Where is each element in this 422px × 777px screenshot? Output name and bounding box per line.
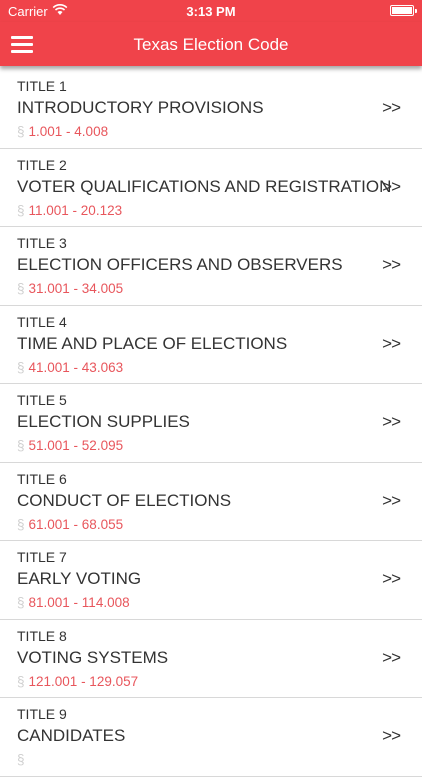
title-row[interactable]: TITLE 5 ELECTION SUPPLIES § 51.001 - 52.095… (0, 384, 422, 463)
section-range-text: 81.001 - 114.008 (28, 595, 130, 610)
section-range: § 1.001 - 4.008 (17, 124, 108, 139)
battery-icon (390, 5, 417, 16)
title-name: TIME AND PLACE OF ELECTIONS (17, 333, 288, 353)
section-range: § (17, 752, 29, 767)
title-row[interactable]: TITLE 2 VOTER QUALIFICATIONS AND REGISTRA… (0, 149, 422, 227)
section-range-text: 61.001 - 68.055 (28, 516, 124, 532)
title-number: TITLE 3 (17, 235, 67, 251)
section-range-text: 51.001 - 52.095 (28, 438, 124, 453)
title-row[interactable]: TITLE 8 VOTING SYSTEMS § 121.001 - 129.057 >… (0, 620, 422, 698)
chevron-right-icon[interactable]: >> (382, 255, 401, 275)
chevron-right-icon[interactable]: >> (382, 98, 401, 118)
title-name: CONDUCT OF ELECTIONS (17, 490, 232, 510)
section-range: § 11.001 - 20.123 (17, 203, 122, 218)
title-name: VOTER QUALIFICATIONS AND REGISTRATION (17, 176, 392, 196)
section-range-text: 121.001 - 129.057 (28, 673, 139, 689)
chevron-right-icon[interactable]: >> (382, 177, 401, 197)
section-symbol: § (17, 673, 25, 689)
section-range: § 81.001 - 114.008 (17, 595, 130, 610)
title-name: ELECTION SUPPLIES (17, 412, 190, 431)
title-number: TITLE 9 (17, 706, 67, 722)
title-number: TITLE 7 (17, 549, 67, 565)
title-row[interactable]: TITLE 4 TIME AND PLACE OF ELECTIONS § 41.00… (0, 306, 422, 384)
section-range-text: 1.001 - 4.008 (28, 124, 109, 139)
status-bar: Carrier 3:13 PM (0, 0, 422, 22)
title-number: TITLE 1 (17, 78, 67, 94)
title-row[interactable]: TITLE 3 ELECTION OFFICERS AND OBSERVERS § 3… (0, 227, 422, 306)
section-range-text: 31.001 - 34.005 (28, 281, 124, 296)
section-range: § 31.001 - 34.005 (17, 281, 123, 296)
title-list: TITLE 1 INTRODUCTORY PROVISIONS § 1.001 - 4… (0, 70, 422, 777)
title-row[interactable]: TITLE 9 CANDIDATES § >> (0, 698, 422, 777)
section-symbol: § (17, 595, 25, 610)
title-row[interactable]: TITLE 6 CONDUCT OF ELECTIONS § 61.001 - 68.… (0, 463, 422, 541)
title-name: INTRODUCTORY PROVISIONS (17, 98, 264, 117)
clock: 3:13 PM (186, 4, 236, 19)
title-number: TITLE 8 (17, 627, 67, 644)
section-range: § 121.001 - 129.057 (17, 674, 138, 689)
title-row[interactable]: TITLE 7 EARLY VOTING § 81.001 - 114.008 >> (0, 541, 422, 620)
section-symbol: § (17, 359, 25, 375)
title-name: EARLY VOTING (17, 569, 142, 588)
title-row[interactable]: TITLE 1 INTRODUCTORY PROVISIONS § 1.001 - 4… (0, 70, 422, 149)
title-name: CANDIDATES (17, 726, 126, 745)
section-range-text: 11.001 - 20.123 (28, 202, 123, 218)
nav-bar: Texas Election Code (0, 22, 422, 66)
title-name: ELECTION OFFICERS AND OBSERVERS (17, 255, 343, 274)
section-symbol: § (17, 202, 25, 218)
section-symbol: § (17, 124, 25, 139)
section-symbol: § (17, 752, 25, 767)
section-symbol: § (17, 438, 25, 453)
title-number: TITLE 5 (17, 392, 67, 408)
section-symbol: § (17, 281, 25, 296)
chevron-right-icon[interactable]: >> (382, 412, 401, 432)
title-number: TITLE 4 (17, 313, 67, 330)
title-name: VOTING SYSTEMS (17, 647, 169, 667)
title-number: TITLE 6 (17, 470, 67, 487)
chevron-right-icon[interactable]: >> (382, 569, 401, 589)
section-symbol: § (17, 516, 25, 532)
section-range: § 41.001 - 43.063 (17, 360, 123, 375)
section-range: § 51.001 - 52.095 (17, 438, 123, 453)
chevron-right-icon[interactable]: >> (382, 648, 401, 668)
section-range: § 61.001 - 68.055 (17, 517, 123, 532)
chevron-right-icon[interactable]: >> (382, 491, 401, 511)
title-number: TITLE 2 (17, 156, 67, 173)
chevron-right-icon[interactable]: >> (382, 726, 401, 746)
chevron-right-icon[interactable]: >> (382, 334, 401, 354)
page-title: Texas Election Code (133, 35, 289, 54)
section-range-text: 41.001 - 43.063 (28, 359, 124, 375)
